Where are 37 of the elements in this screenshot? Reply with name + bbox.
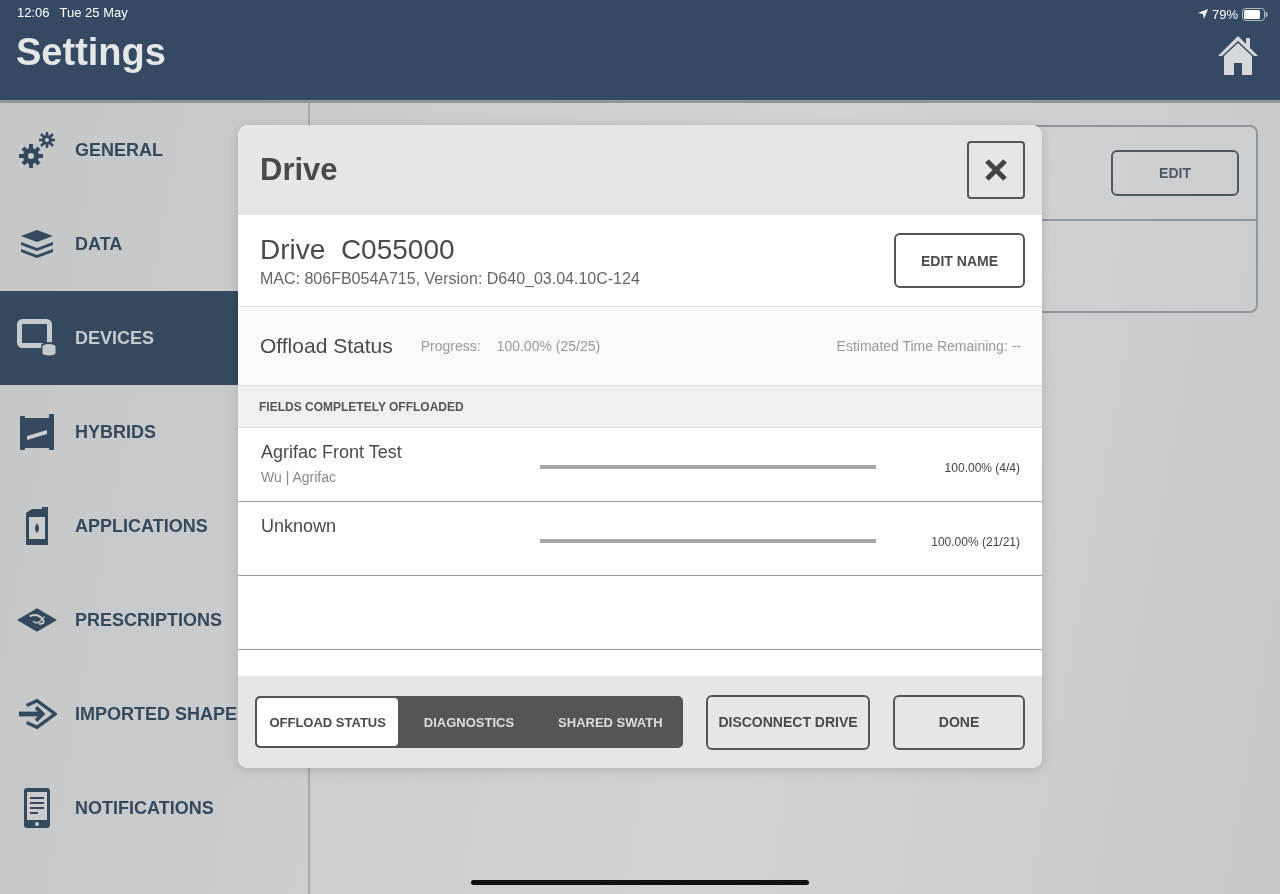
sidebar-item[interactable]: PRESCRIPTIONS xyxy=(0,573,308,667)
edit-name-button[interactable]: EDIT NAME xyxy=(894,233,1025,288)
segment-tab[interactable]: SHARED SWATH xyxy=(539,698,681,746)
disconnect-button[interactable]: DISCONNECT DRIVE xyxy=(706,694,870,750)
battery-percentage: 79% xyxy=(1211,6,1238,22)
close-button[interactable] xyxy=(967,141,1025,199)
progress-reading: 100.00% (21/21) xyxy=(930,535,1020,549)
gears-icon xyxy=(17,130,57,170)
segment-tab[interactable]: DIAGNOSTICS xyxy=(398,698,540,746)
field-name: Unknown xyxy=(261,516,338,537)
jug-icon xyxy=(24,507,50,545)
time-remaining: Estimated Time Remaining: -- xyxy=(836,338,1021,354)
field-subtitle: Wu | Agrifac xyxy=(261,469,337,485)
dialog-title: Drive xyxy=(260,152,338,188)
layers-icon xyxy=(20,230,54,258)
close-icon xyxy=(984,158,1008,182)
device-details: MAC: 806FB054A715, Version: D640_03.04.10C-124 xyxy=(260,269,640,288)
page-title: Settings xyxy=(15,30,166,74)
battery-icon xyxy=(1242,7,1268,21)
section-heading: FIELDS COMPLETELY OFFLOADED xyxy=(259,399,464,414)
field-name: Agrifac Front Test xyxy=(261,442,403,463)
location-arrow-icon xyxy=(1197,9,1208,19)
progress-reading: 100.00% (4/4) xyxy=(943,461,1020,475)
edit-button[interactable]: EDIT xyxy=(1111,150,1239,196)
progress-value: 100.00% (25/25) xyxy=(496,338,601,354)
device-name: Drive C055000 xyxy=(260,233,456,266)
progress-label: Progress: xyxy=(420,338,481,354)
seed-bag-icon xyxy=(20,414,54,450)
devices-icon xyxy=(17,319,57,357)
status-date: Tue 25 May xyxy=(59,5,128,22)
map-icon xyxy=(17,607,57,633)
home-icon[interactable] xyxy=(1216,34,1260,76)
status-time: 12:06 xyxy=(17,5,50,22)
segment-tab[interactable]: OFFLOAD STATUS xyxy=(257,698,399,746)
tablet-icon xyxy=(24,788,50,828)
done-button[interactable]: DONE xyxy=(893,694,1025,750)
sidebar-item[interactable]: NOTIFICATIONS xyxy=(0,761,308,855)
